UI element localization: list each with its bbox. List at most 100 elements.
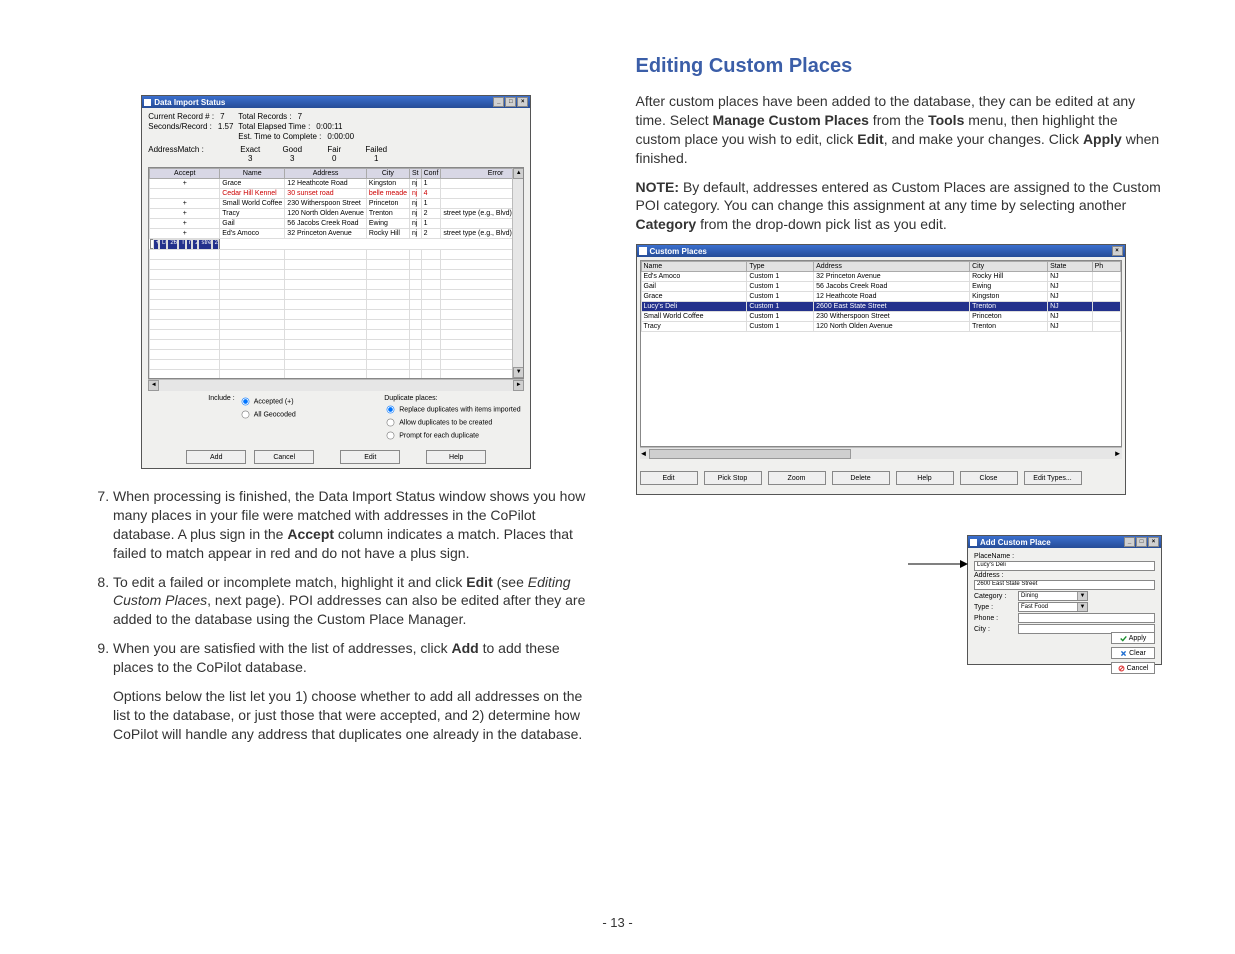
col-st[interactable]: St [409, 169, 421, 179]
stats-panel: Current Record # : 7 Total Records : 7 S… [148, 112, 524, 141]
type-select[interactable]: Fast Food ▼ [1018, 602, 1088, 612]
col-name[interactable]: Name [641, 262, 747, 272]
table-row[interactable]: TracyCustom 1120 North Olden AvenueTrent… [641, 322, 1120, 332]
cp-pickstop-button[interactable]: Pick Stop [704, 471, 762, 485]
table-row [641, 395, 1120, 404]
scroll-right-icon[interactable]: ► [1114, 449, 1122, 458]
am-col-good: Good [272, 145, 312, 154]
close-button[interactable]: × [517, 97, 528, 107]
scroll-down-icon[interactable]: ▼ [513, 367, 524, 378]
table-row[interactable]: GraceCustom 112 Heathcote RoadKingstonNJ [641, 292, 1120, 302]
scroll-left-icon[interactable]: ◄ [148, 380, 159, 391]
table-row [641, 404, 1120, 413]
acp-title: Add Custom Place [980, 538, 1051, 547]
cp-close-button[interactable]: Close [960, 471, 1018, 485]
dup-replace-radio[interactable]: Replace duplicates with items imported [384, 403, 524, 416]
table-row[interactable]: +Ed's Amoco32 Princeton AvenueRocky Hill… [150, 229, 525, 239]
cp-grid[interactable]: NameTypeAddressCityStatePh Ed's AmocoCus… [640, 260, 1122, 447]
cp-delete-button[interactable]: Delete [832, 471, 890, 485]
no-icon [1118, 665, 1125, 672]
col-city[interactable]: City [970, 262, 1048, 272]
current-record-label: Current Record # : [148, 112, 214, 121]
include-all-radio[interactable]: All Geocoded [239, 408, 296, 421]
total-records-value: 7 [298, 112, 302, 121]
table-row[interactable]: +Tracy120 North Olden AvenueTrentonnj2st… [150, 209, 525, 219]
col-city[interactable]: City [366, 169, 409, 179]
table-row[interactable]: +Gail56 Jacobs Creek RoadEwingnj156 J. [150, 219, 525, 229]
edit-button[interactable]: Edit [340, 450, 400, 464]
col-name[interactable]: Name [220, 169, 285, 179]
add-button[interactable]: Add [186, 450, 246, 464]
cp-edit-button[interactable]: Edit [640, 471, 698, 485]
table-row[interactable]: +Grace12 Heathcote RoadKingstonnj112 H [150, 179, 525, 189]
table-row [641, 359, 1120, 368]
para-note: NOTE: By default, addresses entered as C… [636, 178, 1163, 235]
col-state[interactable]: State [1048, 262, 1093, 272]
category-select[interactable]: Dining ▼ [1018, 591, 1088, 601]
am-val-failed: 1 [356, 154, 396, 163]
vertical-scrollbar[interactable]: ▲ ▼ [512, 168, 523, 378]
close-button[interactable]: × [1148, 537, 1159, 547]
cp-titlebar: Custom Places × [637, 245, 1125, 257]
col-type[interactable]: Type [747, 262, 814, 272]
address-label: Address : [974, 572, 1004, 579]
cp-zoom-button[interactable]: Zoom [768, 471, 826, 485]
table-row[interactable]: Lucy's DeliCustom 12600 East State Stree… [641, 302, 1120, 312]
table-row[interactable]: Ed's AmocoCustom 132 Princeton AvenueRoc… [641, 272, 1120, 282]
acp-titlebar: Add Custom Place _ □ × [968, 536, 1161, 548]
instruction-list: When processing is finished, the Data Im… [73, 487, 600, 744]
clear-button[interactable]: Clear [1111, 647, 1155, 659]
dup-prompt-radio[interactable]: Prompt for each duplicate [384, 429, 524, 442]
app-icon [639, 247, 647, 255]
col-accept[interactable]: Accept [150, 169, 220, 179]
page-number: - 13 - [0, 915, 1235, 930]
scroll-up-icon[interactable]: ▲ [513, 168, 524, 179]
help-button[interactable]: Help [426, 450, 486, 464]
address-input[interactable]: 2600 East State Street [974, 580, 1155, 590]
table-row [150, 370, 525, 380]
horizontal-scrollbar[interactable]: ◄ ► [148, 379, 524, 391]
seconds-record-label: Seconds/Record : [148, 122, 212, 131]
include-group: Include : Accepted (+) All Geocoded [208, 395, 296, 421]
table-row[interactable]: GailCustom 156 Jacobs Creek RoadEwingNJ [641, 282, 1120, 292]
address-match-panel: AddressMatch : Exact 3 Good 3 Fair 0 Fai… [148, 145, 524, 163]
minimize-button[interactable]: _ [1124, 537, 1135, 547]
am-col-failed: Failed [356, 145, 396, 154]
table-row[interactable]: +Small World Coffee230 Witherspoon Stree… [150, 199, 525, 209]
col-address[interactable]: Address [285, 169, 367, 179]
scroll-thumb[interactable] [649, 449, 851, 459]
col-address[interactable]: Address [814, 262, 970, 272]
scroll-left-icon[interactable]: ◄ [640, 449, 648, 458]
maximize-button[interactable]: □ [1136, 537, 1147, 547]
minimize-button[interactable]: _ [493, 97, 504, 107]
cp-edittypes-button[interactable]: Edit Types... [1024, 471, 1082, 485]
dup-allow-radio[interactable]: Allow duplicates to be created [384, 416, 524, 429]
address-match-label: AddressMatch : [148, 145, 228, 163]
col-conf[interactable]: Conf [421, 169, 441, 179]
data-import-status-window: Data Import Status _ □ × Current Record … [141, 95, 531, 469]
table-row [150, 260, 525, 270]
scroll-right-icon[interactable]: ► [513, 380, 524, 391]
import-grid[interactable]: AcceptNameAddressCityStConfError +Grace1… [148, 167, 524, 379]
col-ph[interactable]: Ph [1092, 262, 1120, 272]
apply-button[interactable]: Apply [1111, 632, 1155, 644]
table-row [150, 280, 525, 290]
table-row [150, 330, 525, 340]
cancel-button[interactable]: Cancel [254, 450, 314, 464]
app-icon [970, 539, 977, 546]
maximize-button[interactable]: □ [505, 97, 516, 107]
table-row [641, 413, 1120, 422]
table-row[interactable]: Small World CoffeeCustom 1230 Witherspoo… [641, 312, 1120, 322]
placename-label: PlaceName : [974, 553, 1016, 560]
cp-help-button[interactable]: Help [896, 471, 954, 485]
table-row[interactable]: +Lucy's Deli2600 East State StreetTrento… [150, 239, 220, 249]
cancel-button[interactable]: Cancel [1111, 662, 1155, 674]
placename-input[interactable]: Lucy's Deli [974, 561, 1155, 571]
include-accepted-radio[interactable]: Accepted (+) [239, 395, 296, 408]
close-button[interactable]: × [1112, 246, 1123, 256]
chevron-down-icon: ▼ [1077, 592, 1087, 600]
phone-input[interactable] [1018, 613, 1155, 623]
table-row [150, 250, 525, 260]
cp-horizontal-scrollbar[interactable]: ◄ ► [640, 447, 1122, 459]
table-row[interactable]: Cedar Hill Kennel30 sunset roadbelle mea… [150, 189, 525, 199]
